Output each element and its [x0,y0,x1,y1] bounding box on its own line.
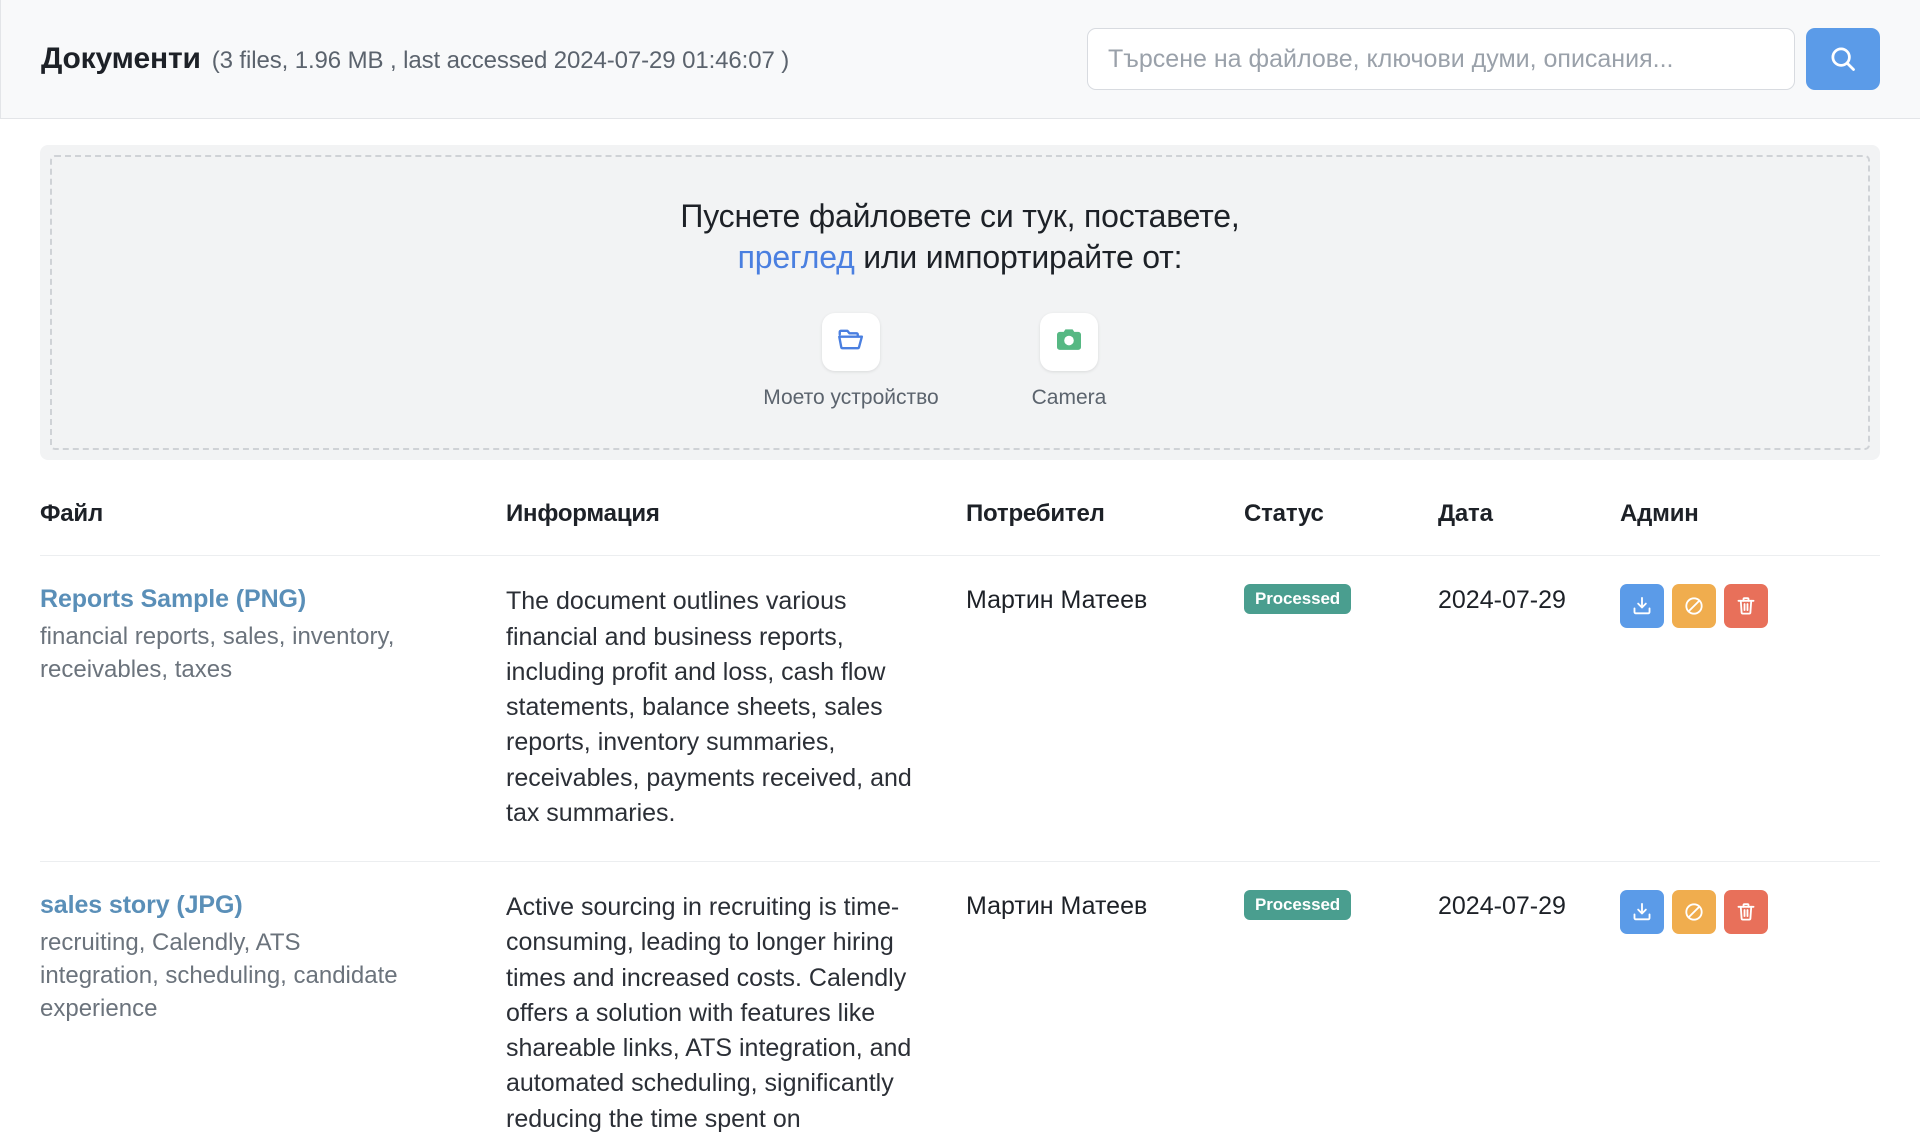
download-icon [1631,901,1653,923]
table-row: Reports Sample (PNG) financial reports, … [40,555,1880,862]
column-header-user: Потребител [966,500,1105,528]
page-title-text: Документи [41,42,201,75]
page-header: Документи (3 files, 1.96 MB , last acces… [0,0,1920,119]
block-button[interactable] [1672,890,1716,934]
delete-button[interactable] [1724,584,1768,629]
file-date: 2024-07-29 [1438,892,1566,920]
camera-tile [1040,313,1098,372]
file-name-link[interactable]: sales story (JPG) [40,890,506,921]
ban-icon [1683,595,1705,617]
status-badge: Processed [1244,890,1352,920]
files-table-body: Reports Sample (PNG) financial reports, … [40,555,1880,1142]
cell-admin [1620,555,1880,862]
download-button[interactable] [1620,890,1664,934]
page-title: Документи (3 files, 1.96 MB , last acces… [41,42,1087,76]
camera-icon [1053,324,1085,361]
camera-label: Camera [1031,386,1107,410]
cell-info: Active sourcing in recruiting is time-co… [506,860,966,1142]
import-options: Моето устройство Camera [761,313,1159,410]
status-badge: Processed [1244,584,1352,615]
file-keywords: recruiting, Calendly, ATS integration, s… [40,928,398,1022]
folder-open-icon [836,325,866,360]
table-row: sales story (JPG) recruiting, Calendly, … [40,860,1880,1142]
dropzone-line-1: Пуснете файловете си тук, поставете, [680,198,1240,234]
row-actions [1620,890,1880,934]
page-title-meta: (3 files, 1.96 MB , last accessed 2024-0… [211,47,790,74]
cell-date: 2024-07-29 [1438,555,1620,862]
cell-admin [1620,860,1880,1142]
my-device-label: Моето устройство [763,386,939,410]
delete-button[interactable] [1724,890,1768,934]
download-button[interactable] [1620,584,1664,629]
files-table-head: Файл Информация Потребител Статус Дата А… [40,488,1880,556]
file-description: The document outlines various financial … [506,587,912,827]
dropzone-line-2: преглед или импортирайте от: [738,237,1183,278]
file-date: 2024-07-29 [1438,586,1566,615]
cell-file: sales story (JPG) recruiting, Calendly, … [40,860,506,1142]
cell-info: The document outlines various financial … [506,555,966,862]
file-user: Мартин Матеев [966,586,1148,615]
trash-icon [1735,595,1757,617]
block-button[interactable] [1672,584,1716,629]
search-button[interactable] [1806,28,1880,90]
search-input[interactable] [1087,28,1795,90]
search-icon [1828,44,1858,74]
my-device-tile [822,313,880,372]
trash-icon [1735,901,1757,923]
browse-link[interactable]: преглед [738,239,855,275]
cell-status: Processed [1244,555,1438,862]
cell-user: Мартин Матеев [966,555,1244,862]
import-option-camera[interactable]: Camera [979,313,1159,410]
files-table: Файл Информация Потребител Статус Дата А… [40,488,1880,1142]
column-header-admin: Админ [1620,500,1699,528]
dropzone-container: Пуснете файловете си тук, поставете, пре… [40,145,1880,461]
column-header-info: Информация [506,500,660,528]
file-keywords: financial reports, sales, inventory, rec… [40,622,395,683]
column-header-status: Статус [1244,500,1324,528]
file-name-link[interactable]: Reports Sample (PNG) [40,584,506,615]
dropzone-line-2-suffix: или импортирайте от: [854,238,1183,275]
cell-user: Мартин Матеев [966,860,1244,1142]
file-dropzone[interactable]: Пуснете файловете си тук, поставете, пре… [50,155,1870,451]
cell-date: 2024-07-29 [1438,860,1620,1142]
cell-file: Reports Sample (PNG) financial reports, … [40,555,506,862]
import-option-my-device[interactable]: Моето устройство [761,313,941,410]
ban-icon [1683,901,1705,923]
row-actions [1620,584,1880,629]
files-table-container: Файл Информация Потребител Статус Дата А… [40,488,1880,1142]
documents-page: Документи (3 files, 1.96 MB , last acces… [0,0,1920,1142]
search-area [1087,28,1880,90]
column-header-file: Файл [40,500,104,528]
download-icon [1631,595,1653,617]
file-user: Мартин Матеев [966,892,1148,920]
file-description: Active sourcing in recruiting is time-co… [506,893,912,1133]
cell-status: Processed [1244,860,1438,1142]
column-header-date: Дата [1438,500,1493,528]
table-header-row: Файл Информация Потребител Статус Дата А… [40,488,1880,556]
